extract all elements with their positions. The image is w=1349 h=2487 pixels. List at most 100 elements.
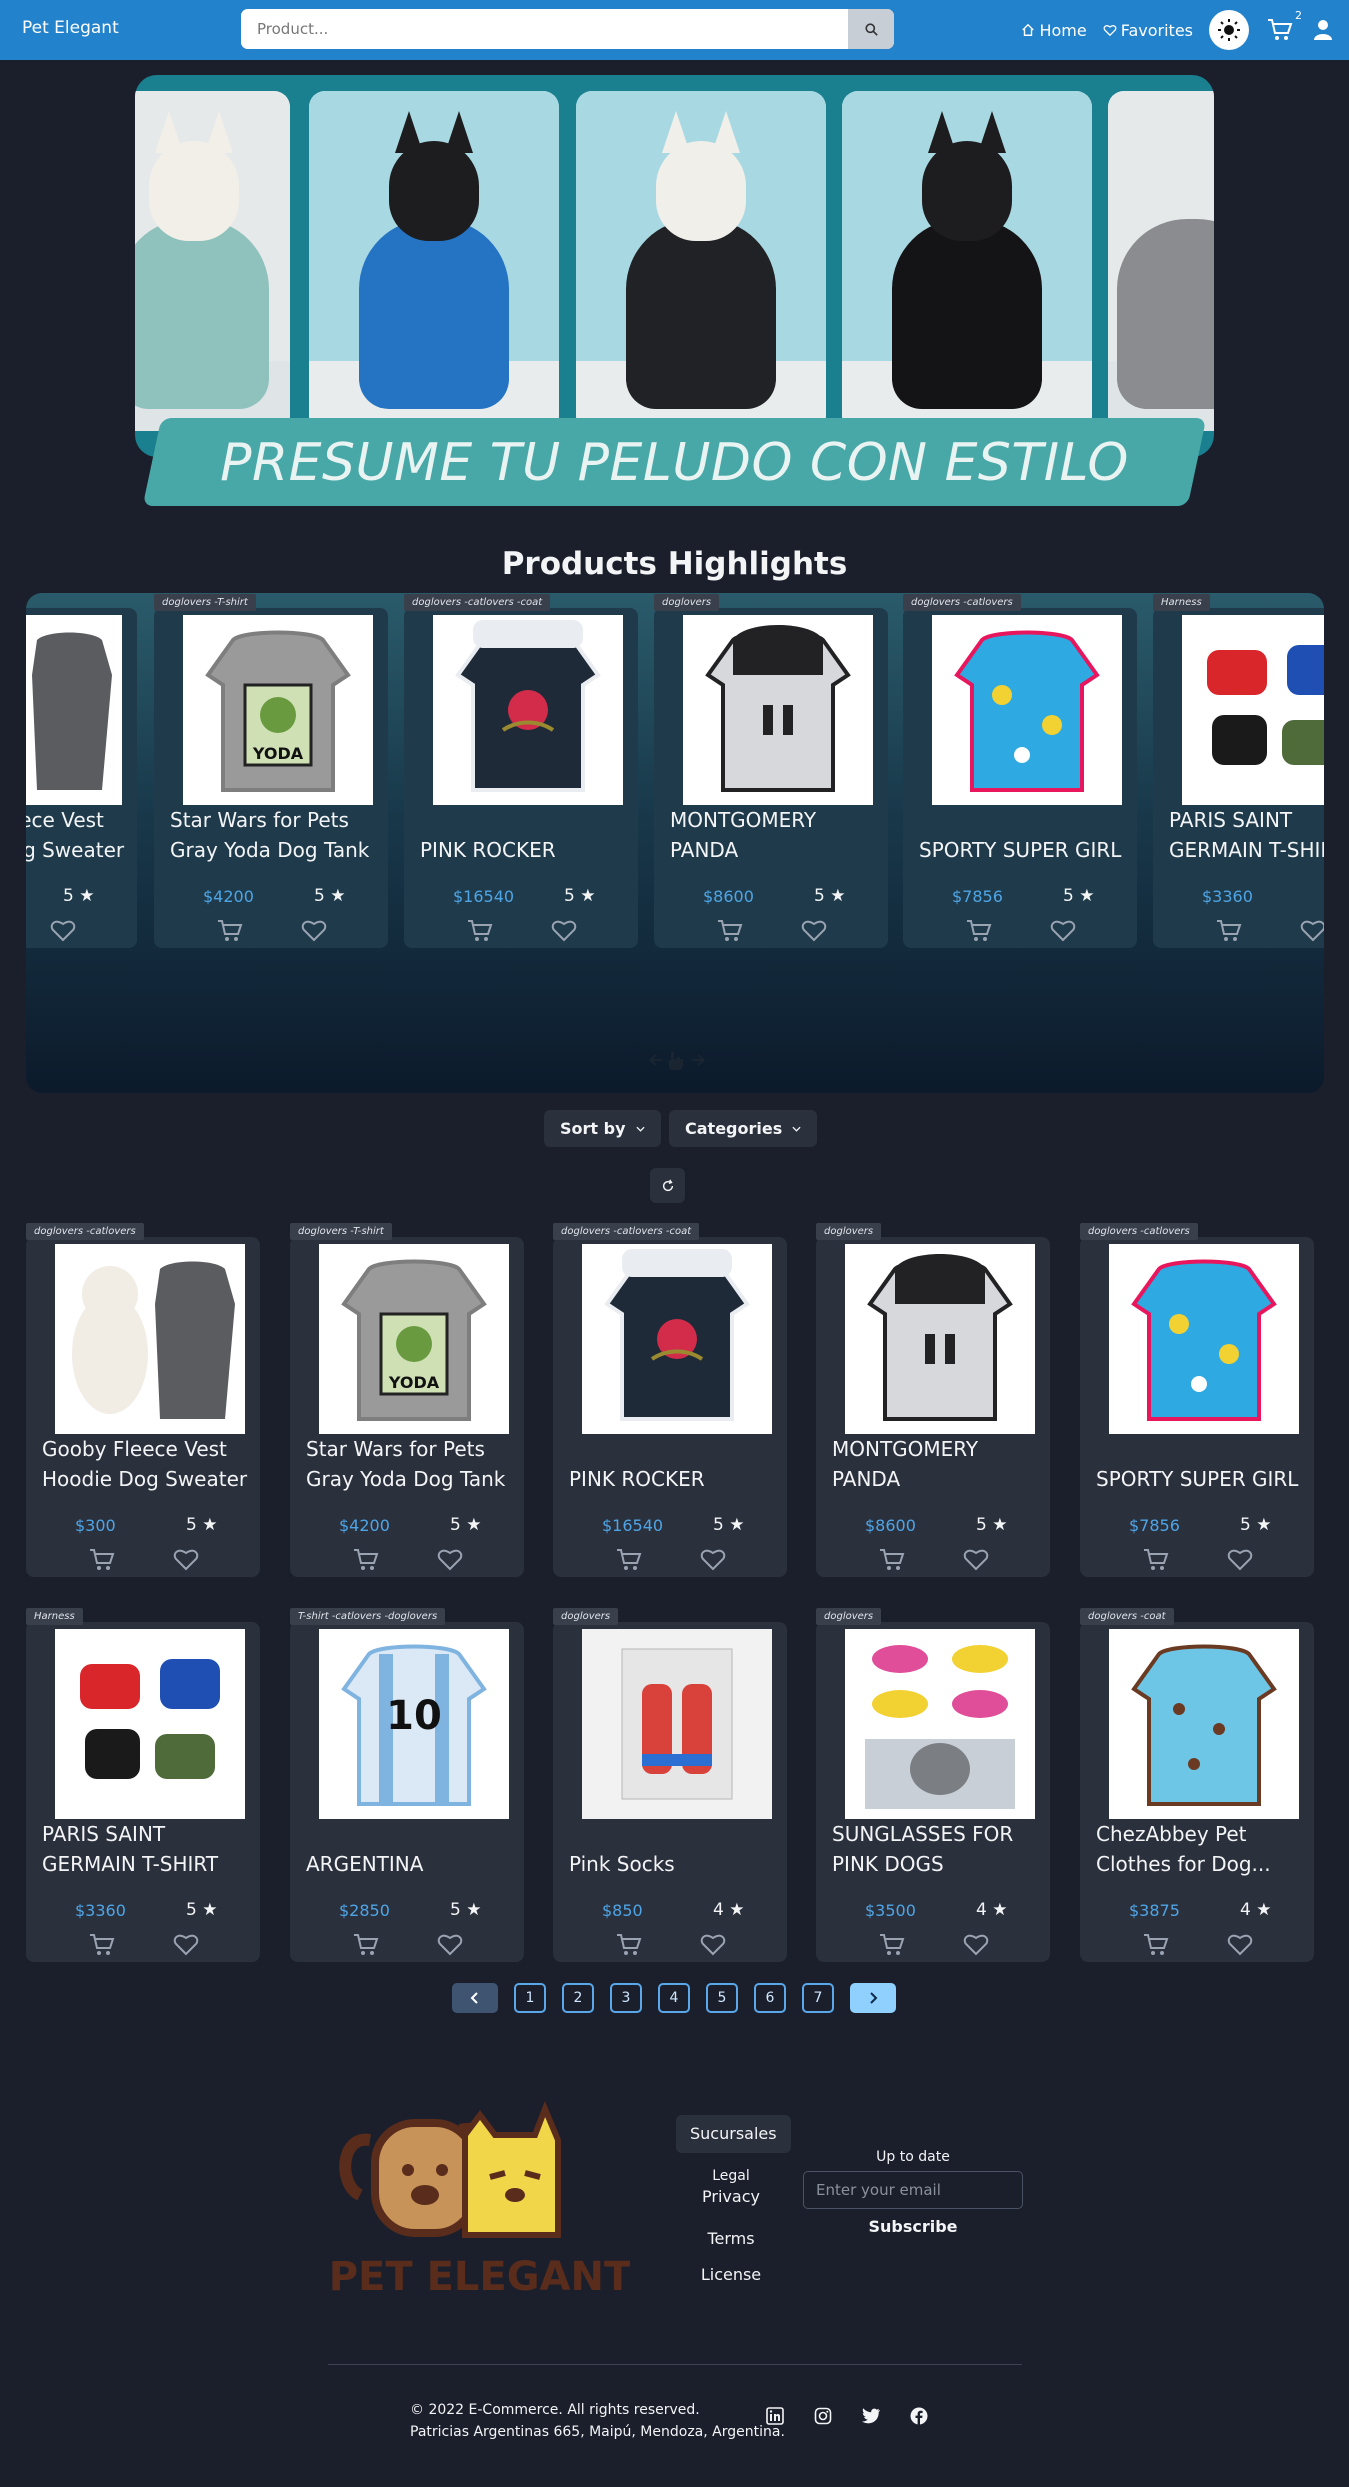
add-to-cart-button[interactable] (616, 1548, 642, 1576)
add-to-cart-button[interactable] (879, 1933, 905, 1961)
product-image[interactable] (55, 1244, 245, 1434)
add-to-favorites-button[interactable] (1050, 919, 1076, 947)
license-link[interactable]: License (676, 2257, 786, 2293)
add-to-cart-button[interactable] (1143, 1933, 1169, 1961)
theme-toggle-button[interactable] (1209, 10, 1249, 50)
product-name[interactable]: Pink Socks (569, 1819, 781, 1879)
product-image[interactable]: YODA (183, 615, 373, 805)
page-button-4[interactable]: 4 (658, 1983, 690, 2013)
product-image[interactable] (683, 615, 873, 805)
product-image[interactable] (932, 615, 1122, 805)
add-to-favorites-button[interactable] (700, 1548, 726, 1576)
facebook-icon[interactable] (908, 2405, 930, 2427)
add-to-favorites-button[interactable] (963, 1933, 989, 1961)
page-button-2[interactable]: 2 (562, 1983, 594, 2013)
product-image[interactable] (433, 615, 623, 805)
next-page-button[interactable] (850, 1983, 896, 2013)
product-name[interactable]: ARGENTINA (306, 1819, 518, 1879)
product-image[interactable] (26, 615, 122, 805)
refresh-button[interactable] (650, 1168, 685, 1203)
add-to-cart-button[interactable] (966, 919, 992, 947)
product-card[interactable]: doglovers -T-shirt YODA Star Wars for Pets… (154, 594, 388, 948)
product-card[interactable]: doglovers -T-shirt YODA Star Wars for Pets… (290, 1223, 524, 1577)
product-image[interactable]: YODA (319, 1244, 509, 1434)
product-name[interactable]: MONTGOMERY PANDA (670, 805, 882, 865)
page-button-1[interactable]: 1 (514, 1983, 546, 2013)
product-card[interactable]: doglovers SUNGLASSES FOR PINK DOGS $3500 4 … (816, 1608, 1050, 1962)
add-to-favorites-button[interactable] (50, 919, 76, 947)
nav-home-link[interactable]: Home (1021, 21, 1087, 40)
product-card[interactable]: Harness PARIS SAINT GERMAIN T-SHIRT $3360 5… (26, 1608, 260, 1962)
page-button-3[interactable]: 3 (610, 1983, 642, 2013)
add-to-favorites-button[interactable] (801, 919, 827, 947)
product-name[interactable]: PINK ROCKER (420, 805, 632, 865)
product-card[interactable]: doglovers -catlovers -coat PINK ROCKER $16… (553, 1223, 787, 1577)
add-to-cart-button[interactable] (89, 1933, 115, 1961)
add-to-favorites-button[interactable] (173, 1548, 199, 1576)
product-card[interactable]: Gooby Fleece Vest Hoodie Dog Sweater 5 ★ (26, 608, 137, 948)
product-card[interactable]: doglovers Pink Socks $850 4 ★ (553, 1608, 787, 1962)
add-to-favorites-button[interactable] (1227, 1548, 1253, 1576)
privacy-link[interactable]: Privacy (676, 2187, 786, 2207)
nav-cart-button[interactable]: 2 (1267, 9, 1302, 42)
add-to-favorites-button[interactable] (437, 1933, 463, 1961)
sort-by-dropdown[interactable]: Sort by (544, 1110, 661, 1147)
product-name[interactable]: SUNGLASSES FOR PINK DOGS (832, 1819, 1044, 1879)
instagram-icon[interactable] (812, 2405, 834, 2427)
product-card[interactable]: Harness PARIS SAINT GERMAIN T-SHIRT $3360 (1153, 594, 1324, 948)
add-to-favorites-button[interactable] (963, 1548, 989, 1576)
add-to-favorites-button[interactable] (173, 1933, 199, 1961)
subscribe-button[interactable]: Subscribe (803, 2217, 1023, 2236)
brand-link[interactable]: Pet Elegant (22, 18, 119, 38)
product-name[interactable]: SPORTY SUPER GIRL (919, 805, 1131, 865)
product-card[interactable]: T-shirt -catlovers -doglovers 10 ARGENTINA… (290, 1608, 524, 1962)
product-name[interactable]: PARIS SAINT GERMAIN T-SHIRT (42, 1819, 254, 1879)
terms-link[interactable]: Terms (676, 2221, 786, 2257)
footer-logo[interactable]: PET ELEGANT (329, 2095, 632, 2300)
product-name[interactable]: PARIS SAINT GERMAIN T-SHIRT (1169, 805, 1324, 865)
nav-favorites-link[interactable]: Favorites (1103, 21, 1193, 40)
add-to-favorites-button[interactable] (1227, 1933, 1253, 1961)
add-to-cart-button[interactable] (879, 1548, 905, 1576)
product-image[interactable] (582, 1244, 772, 1434)
highlights-carousel[interactable]: Gooby Fleece Vest Hoodie Dog Sweater5 ★d… (26, 593, 1324, 1093)
add-to-favorites-button[interactable] (700, 1933, 726, 1961)
product-name[interactable]: Star Wars for Pets Gray Yoda Dog Tank (306, 1434, 518, 1494)
product-name[interactable]: MONTGOMERY PANDA (832, 1434, 1044, 1494)
add-to-cart-button[interactable] (467, 919, 493, 947)
add-to-cart-button[interactable] (1143, 1548, 1169, 1576)
product-name[interactable]: PINK ROCKER (569, 1434, 781, 1494)
add-to-cart-button[interactable] (353, 1548, 379, 1576)
twitter-icon[interactable] (860, 2405, 882, 2427)
product-name[interactable]: Gooby Fleece Vest Hoodie Dog Sweater (26, 805, 131, 865)
prev-page-button[interactable] (452, 1983, 498, 2013)
page-button-5[interactable]: 5 (706, 1983, 738, 2013)
product-image[interactable] (1109, 1629, 1299, 1819)
add-to-cart-button[interactable] (89, 1548, 115, 1576)
add-to-favorites-button[interactable] (551, 919, 577, 947)
product-card[interactable]: doglovers -catlovers SPORTY SUPER GIRL $78… (903, 594, 1137, 948)
add-to-cart-button[interactable] (217, 919, 243, 947)
product-card[interactable]: doglovers -catlovers -coat PINK ROCKER $16… (404, 594, 638, 948)
product-card[interactable]: doglovers -catlovers Gooby Fleece Vest Ho… (26, 1223, 260, 1577)
product-card[interactable]: doglovers -catlovers SPORTY SUPER GIRL $78… (1080, 1223, 1314, 1577)
sucursales-button[interactable]: Sucursales (676, 2115, 791, 2153)
product-image[interactable] (55, 1629, 245, 1819)
search-input[interactable] (241, 9, 848, 49)
add-to-cart-button[interactable] (616, 1933, 642, 1961)
add-to-cart-button[interactable] (717, 919, 743, 947)
categories-dropdown[interactable]: Categories (669, 1110, 818, 1147)
product-image[interactable] (845, 1629, 1035, 1819)
product-name[interactable]: Star Wars for Pets Gray Yoda Dog Tank (170, 805, 382, 865)
user-account-button[interactable] (1313, 19, 1333, 41)
product-card[interactable]: doglovers MONTGOMERY PANDA $8600 5 ★ (816, 1223, 1050, 1577)
product-card[interactable]: doglovers MONTGOMERY PANDA $8600 5 ★ (654, 594, 888, 948)
product-card[interactable]: doglovers -coat ChezAbbey Pet Clothes for… (1080, 1608, 1314, 1962)
email-field[interactable] (803, 2171, 1023, 2209)
product-image[interactable] (1182, 615, 1324, 805)
linkedin-icon[interactable] (764, 2405, 786, 2427)
add-to-cart-button[interactable] (1216, 919, 1242, 947)
product-image[interactable] (1109, 1244, 1299, 1434)
add-to-favorites-button[interactable] (1300, 919, 1324, 947)
product-image[interactable]: 10 (319, 1629, 509, 1819)
